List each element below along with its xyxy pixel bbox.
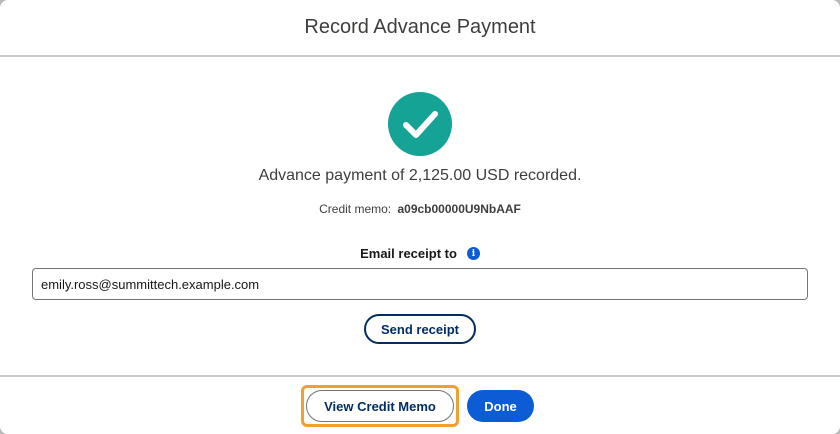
dialog-title: Record Advance Payment [304,16,536,38]
info-icon[interactable]: i [466,247,480,260]
success-message: Advance payment of 2,125.00 USD recorded… [258,167,582,184]
check-circle-icon [388,92,452,156]
done-button[interactable]: Done [467,390,534,422]
credit-memo-line: Credit memo: a09cb00000U9NbAAF [0,202,840,216]
email-receipt-label: Email receipt to [360,246,457,261]
dialog-body: Advance payment of 2,125.00 USD recorded… [0,57,840,375]
dialog-footer: View Credit Memo Done [0,375,840,434]
credit-memo-label: Credit memo: [319,202,392,216]
email-receipt-input[interactable] [32,268,808,300]
checkmark-icon [403,111,438,138]
record-payment-dialog: Record Advance Payment Advance payment o… [0,0,840,434]
send-receipt-button[interactable]: Send receipt [364,314,476,344]
credit-memo-id: a09cb00000U9NbAAF [397,202,521,216]
dialog-header: Record Advance Payment [0,0,840,57]
view-credit-memo-button[interactable]: View Credit Memo [306,390,454,422]
email-label-row: Email receipt to i [0,246,840,261]
